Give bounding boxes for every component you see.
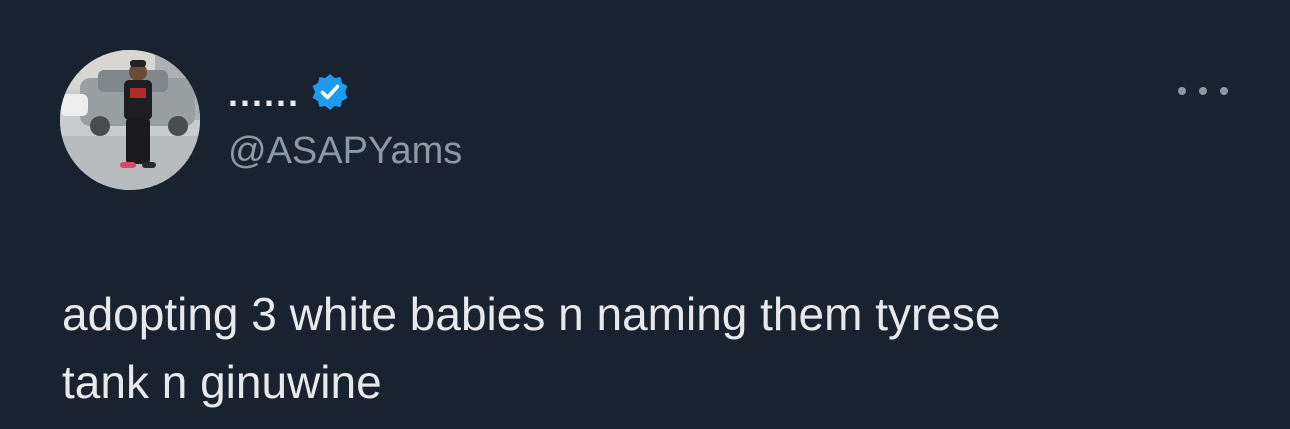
tweet-text-line: tank n ginuwine	[62, 356, 382, 408]
more-options-button[interactable]	[1178, 76, 1228, 106]
tweet-card: ...... @ASAPYams adopting 3 white babies…	[0, 0, 1290, 429]
more-horizontal-icon	[1199, 87, 1207, 95]
display-name[interactable]: ......	[228, 72, 300, 116]
avatar[interactable]	[60, 50, 200, 190]
more-horizontal-icon	[1178, 87, 1186, 95]
tweet-text-line: adopting 3 white babies n naming them ty…	[62, 288, 1001, 340]
more-horizontal-icon	[1220, 87, 1228, 95]
avatar-photo	[60, 50, 200, 190]
tweet-text: adopting 3 white babies n naming them ty…	[62, 280, 1242, 416]
author-handle[interactable]: @ASAPYams	[228, 128, 462, 174]
verified-badge-icon	[312, 74, 348, 110]
